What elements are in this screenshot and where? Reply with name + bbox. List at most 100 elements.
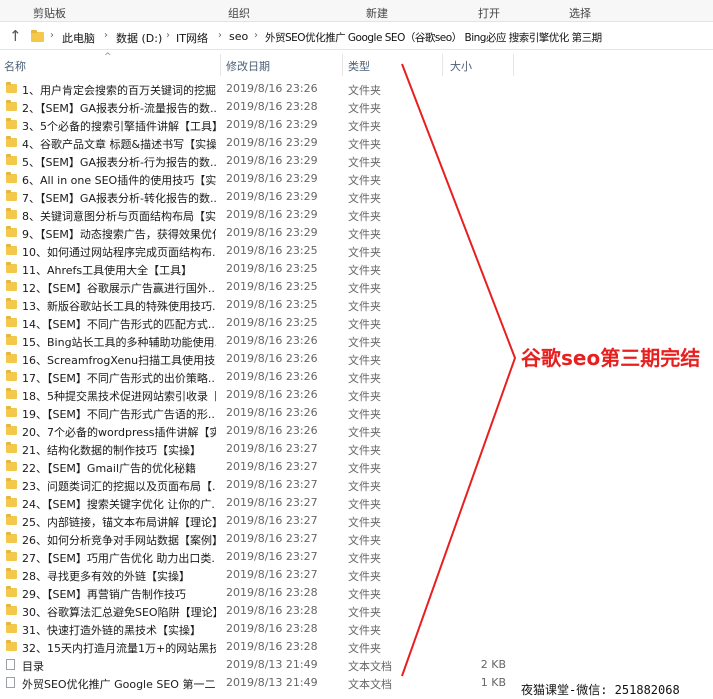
- file-row[interactable]: 32、15天内打造月流量1万+的网站黑技... 2019/8/16 23:28 文件…: [0, 638, 713, 656]
- folder-icon: [6, 370, 17, 381]
- file-row[interactable]: 14、【SEM】不同广告形式的匹配方式... 2019/8/16 23:25 文件夹: [0, 314, 713, 332]
- file-row[interactable]: 1、用户肯定会搜索的百万关键词的挖掘... 2019/8/16 23:26 文件夹: [0, 80, 713, 98]
- ribbon-group-new[interactable]: 新建: [366, 5, 388, 21]
- file-row[interactable]: 24、【SEM】搜索关键字优化 让你的广... 2019/8/16 23:27 文件…: [0, 494, 713, 512]
- file-name: 11、Ahrefs工具使用大全【工具】: [22, 264, 193, 277]
- folder-icon: [31, 30, 44, 42]
- breadcrumb-this-pc[interactable]: 此电脑: [62, 30, 95, 46]
- column-header-row: ^ 名称 修改日期 类型 大小: [0, 52, 713, 76]
- file-size: 1 KB: [480, 676, 506, 689]
- file-name: 18、5种提交黑技术促进网站索引收录【...: [22, 390, 216, 403]
- file-row[interactable]: 22、【SEM】Gmail广告的优化秘籍 2019/8/16 23:27 文件夹: [0, 458, 713, 476]
- text-document-icon: [6, 659, 15, 670]
- file-modified-date: 2019/8/16 23:25: [226, 244, 318, 257]
- breadcrumb-drive-d[interactable]: 数据 (D:): [116, 30, 162, 46]
- column-header-name[interactable]: 名称: [4, 58, 26, 74]
- file-type: 文件夹: [348, 516, 381, 529]
- folder-icon: [6, 136, 17, 147]
- ribbon-group-organize[interactable]: 组织: [228, 5, 250, 21]
- file-row[interactable]: 13、新版谷歌站长工具的特殊使用技巧... 2019/8/16 23:25 文件夹: [0, 296, 713, 314]
- file-type: 文件夹: [348, 552, 381, 565]
- file-name: 22、【SEM】Gmail广告的优化秘籍: [22, 462, 197, 475]
- file-row[interactable]: 12、【SEM】谷歌展示广告赢进行国外... 2019/8/16 23:25 文件夹: [0, 278, 713, 296]
- file-row[interactable]: 15、Bing站长工具的多种辅助功能使用... 2019/8/16 23:26 文件…: [0, 332, 713, 350]
- file-row[interactable]: 9、【SEM】动态搜索广告，获得效果优化 2019/8/16 23:29 文件夹: [0, 224, 713, 242]
- folder-icon: [6, 388, 17, 399]
- chevron-right-icon[interactable]: ›: [104, 30, 108, 41]
- file-modified-date: 2019/8/16 23:29: [226, 172, 318, 185]
- file-row[interactable]: 20、7个必备的wordpress插件讲解【实... 2019/8/16 23:2…: [0, 422, 713, 440]
- chevron-right-icon[interactable]: ›: [50, 30, 54, 41]
- file-name: 15、Bing站长工具的多种辅助功能使用...: [22, 336, 216, 349]
- chevron-right-icon[interactable]: ›: [254, 30, 258, 41]
- file-row[interactable]: 3、5个必备的搜索引擎插件讲解【工具】 2019/8/16 23:29 文件夹: [0, 116, 713, 134]
- chevron-right-icon[interactable]: ›: [218, 30, 222, 41]
- file-row[interactable]: 31、快速打造外链的黑技术【实操】 2019/8/16 23:28 文件夹: [0, 620, 713, 638]
- address-bar[interactable]: ↑ › 此电脑 › 数据 (D:) › IT网络 › seo › 外贸SEO优化…: [0, 24, 713, 50]
- file-row[interactable]: 21、结构化数据的制作技巧【实操】 2019/8/16 23:27 文件夹: [0, 440, 713, 458]
- up-arrow-icon[interactable]: ↑: [9, 27, 22, 45]
- file-type: 文件夹: [348, 138, 381, 151]
- file-row[interactable]: 27、【SEM】巧用广告优化 助力出口类... 2019/8/16 23:27 文件…: [0, 548, 713, 566]
- file-row[interactable]: 目录 2019/8/13 21:49 文本文档 2 KB: [0, 656, 713, 674]
- ribbon-group-clipboard[interactable]: 剪贴板: [33, 5, 66, 21]
- file-name: 8、关键词意图分析与页面结构布局【实...: [22, 210, 216, 223]
- file-name: 32、15天内打造月流量1万+的网站黑技...: [22, 642, 216, 655]
- file-row[interactable]: 6、All in one SEO插件的使用技巧【实... 2019/8/16 23…: [0, 170, 713, 188]
- folder-icon: [6, 298, 17, 309]
- file-row[interactable]: 28、寻找更多有效的外链【实操】 2019/8/16 23:27 文件夹: [0, 566, 713, 584]
- file-row[interactable]: 11、Ahrefs工具使用大全【工具】 2019/8/16 23:25 文件夹: [0, 260, 713, 278]
- ribbon-group-open[interactable]: 打开: [478, 5, 500, 21]
- breadcrumb-current-folder[interactable]: 外贸SEO优化推广 Google SEO（谷歌seo） Bing必应 搜索引擎优…: [265, 30, 602, 45]
- file-modified-date: 2019/8/13 21:49: [226, 676, 318, 689]
- file-type: 文件夹: [348, 570, 381, 583]
- folder-icon: [6, 406, 17, 417]
- file-row[interactable]: 26、如何分析竞争对手网站数据【案例】 2019/8/16 23:27 文件夹: [0, 530, 713, 548]
- column-divider[interactable]: [342, 54, 343, 76]
- breadcrumb-it-network[interactable]: IT网络: [176, 30, 208, 46]
- file-type: 文件夹: [348, 84, 381, 97]
- breadcrumb-seo[interactable]: seo: [229, 30, 248, 43]
- column-divider[interactable]: [220, 54, 221, 76]
- file-name: 9、【SEM】动态搜索广告，获得效果优化: [22, 228, 216, 241]
- file-row[interactable]: 外贸SEO优化推广 Google SEO 第一二... 2019/8/13 21:…: [0, 674, 713, 692]
- column-header-date[interactable]: 修改日期: [226, 58, 270, 74]
- ribbon-group-select[interactable]: 选择: [569, 5, 591, 21]
- file-name: 25、内部链接，锚文本布局讲解【理论】: [22, 516, 216, 529]
- file-type: 文件夹: [348, 120, 381, 133]
- file-row[interactable]: 10、如何通过网站程序完成页面结构布... 2019/8/16 23:25 文件夹: [0, 242, 713, 260]
- file-row[interactable]: 2、【SEM】GA报表分析-流量报告的数... 2019/8/16 23:28 文件…: [0, 98, 713, 116]
- file-type: 文件夹: [348, 642, 381, 655]
- column-divider[interactable]: [513, 54, 514, 76]
- file-row[interactable]: 18、5种提交黑技术促进网站索引收录【... 2019/8/16 23:26 文件夹: [0, 386, 713, 404]
- file-name: 20、7个必备的wordpress插件讲解【实...: [22, 426, 216, 439]
- file-row[interactable]: 19、【SEM】不同广告形式广告语的形... 2019/8/16 23:26 文件夹: [0, 404, 713, 422]
- file-name: 14、【SEM】不同广告形式的匹配方式...: [22, 318, 216, 331]
- file-type: 文件夹: [348, 498, 381, 511]
- file-row[interactable]: 5、【SEM】GA报表分析-行为报告的数... 2019/8/16 23:29 文件…: [0, 152, 713, 170]
- file-row[interactable]: 7、【SEM】GA报表分析-转化报告的数... 2019/8/16 23:29 文件…: [0, 188, 713, 206]
- folder-icon: [6, 550, 17, 561]
- file-row[interactable]: 30、谷歌算法汇总避免SEO陷阱【理论】 2019/8/16 23:28 文件夹: [0, 602, 713, 620]
- file-name: 27、【SEM】巧用广告优化 助力出口类...: [22, 552, 216, 565]
- file-name: 26、如何分析竞争对手网站数据【案例】: [22, 534, 216, 547]
- file-row[interactable]: 8、关键词意图分析与页面结构布局【实... 2019/8/16 23:29 文件夹: [0, 206, 713, 224]
- column-header-type[interactable]: 类型: [348, 58, 370, 74]
- folder-icon: [6, 190, 17, 201]
- file-row[interactable]: 25、内部链接，锚文本布局讲解【理论】 2019/8/16 23:27 文件夹: [0, 512, 713, 530]
- column-header-size[interactable]: 大小: [450, 58, 472, 74]
- file-modified-date: 2019/8/16 23:25: [226, 298, 318, 311]
- file-row[interactable]: 17、【SEM】不同广告形式的出价策略... 2019/8/16 23:26 文件夹: [0, 368, 713, 386]
- file-row[interactable]: 16、ScreamfrogXenu扫描工具使用技... 2019/8/16 23:…: [0, 350, 713, 368]
- file-modified-date: 2019/8/16 23:28: [226, 100, 318, 113]
- chevron-right-icon[interactable]: ›: [166, 30, 170, 41]
- folder-icon: [6, 208, 17, 219]
- file-modified-date: 2019/8/16 23:27: [226, 550, 318, 563]
- file-type: 文本文档: [348, 678, 392, 691]
- file-modified-date: 2019/8/16 23:29: [226, 154, 318, 167]
- file-row[interactable]: 4、谷歌产品文章 标题&描述书写【实操】 2019/8/16 23:29 文件夹: [0, 134, 713, 152]
- file-row[interactable]: 23、问题类词汇的挖掘以及页面布局【... 2019/8/16 23:27 文件夹: [0, 476, 713, 494]
- column-divider[interactable]: [442, 54, 443, 76]
- file-modified-date: 2019/8/16 23:27: [226, 478, 318, 491]
- file-row[interactable]: 29、【SEM】再营销广告制作技巧 2019/8/16 23:28 文件夹: [0, 584, 713, 602]
